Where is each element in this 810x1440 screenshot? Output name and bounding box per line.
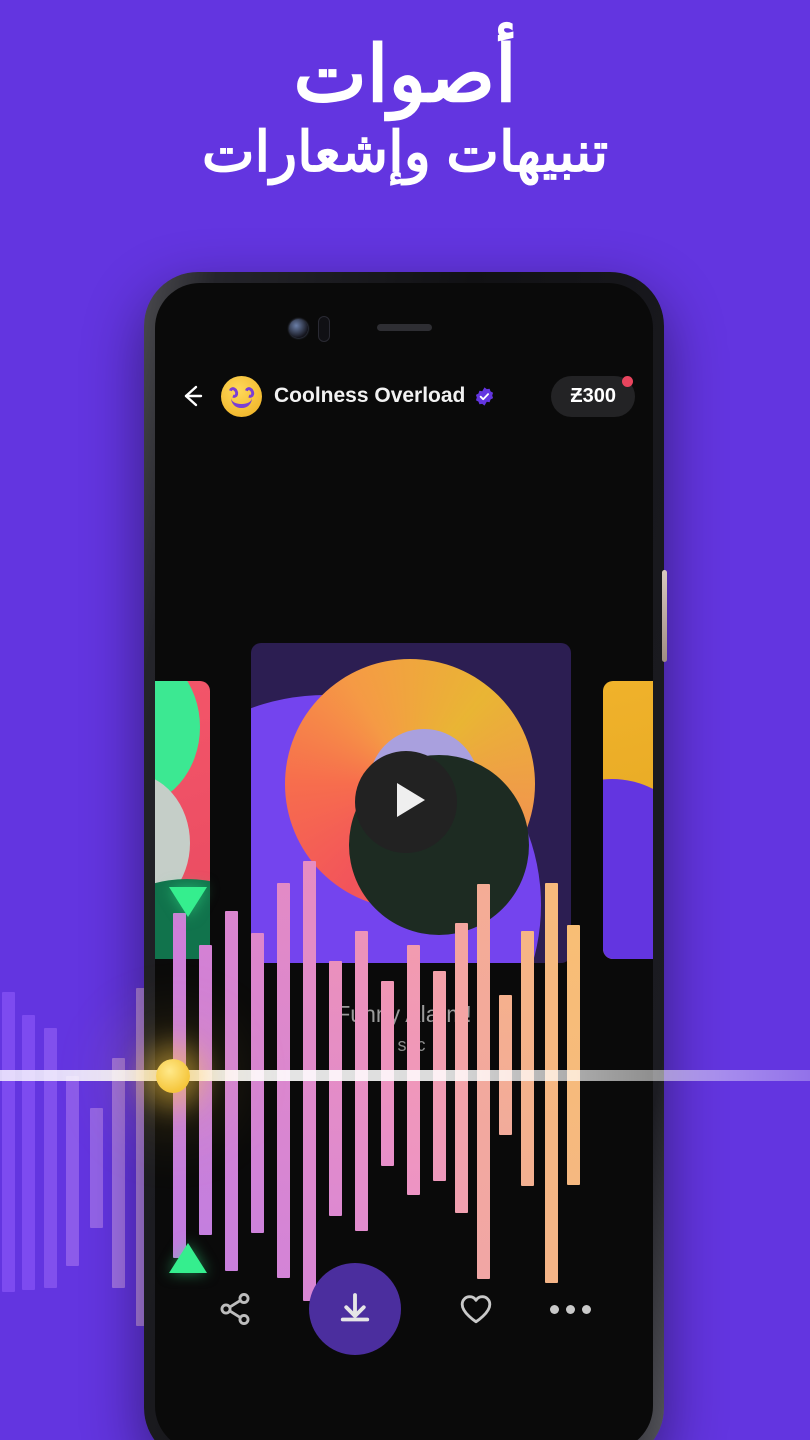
waveform-bar[interactable] — [545, 883, 558, 1283]
avatar-eye-right-icon — [243, 385, 256, 399]
download-icon — [341, 1293, 370, 1322]
coin-balance-label: Ƶ300 — [570, 384, 616, 407]
verified-badge-icon — [474, 386, 495, 407]
waveform-bar — [90, 1108, 103, 1228]
more-icon — [549, 1304, 559, 1314]
waveform-bar — [22, 1015, 35, 1290]
waveform-bar[interactable] — [567, 925, 580, 1185]
back-button[interactable] — [177, 381, 207, 411]
phone-mockup: Coolness Overload Ƶ300 Funny Alarm! 3 se… — [144, 272, 667, 1440]
notification-dot-icon — [622, 375, 633, 387]
waveform-bar[interactable] — [251, 933, 264, 1233]
phone-side-button[interactable] — [662, 570, 667, 662]
channel-name[interactable]: Coolness Overload — [274, 384, 465, 408]
front-camera-icon — [289, 319, 308, 338]
phone-screen: Coolness Overload Ƶ300 Funny Alarm! 3 se… — [155, 283, 653, 1440]
page-title: أصوات — [293, 30, 517, 118]
trim-start-handle[interactable] — [169, 887, 207, 917]
waveform-bar — [44, 1028, 57, 1288]
waveform-bar[interactable] — [225, 911, 238, 1271]
more-button[interactable] — [549, 1304, 591, 1314]
avatar-mouth-icon — [231, 398, 252, 408]
waveform-editor[interactable] — [155, 861, 653, 1303]
app-header: Coolness Overload Ƶ300 — [155, 365, 653, 427]
avatar[interactable] — [221, 375, 262, 417]
waveform-bar[interactable] — [303, 861, 316, 1301]
waveform-bar[interactable] — [521, 931, 534, 1186]
play-icon[interactable] — [397, 783, 425, 817]
share-icon — [220, 1293, 250, 1325]
favorite-button[interactable] — [458, 1291, 494, 1327]
waveform-bar — [66, 1076, 79, 1266]
waveform-bar[interactable] — [499, 995, 512, 1135]
waveform-bar — [112, 1058, 125, 1288]
earpiece-speaker-icon — [377, 324, 432, 331]
more-icon — [565, 1304, 575, 1314]
waveform-bar[interactable] — [455, 923, 468, 1213]
promo-text-block: أصوات تنبيهات وإشعارات — [0, 30, 810, 184]
playhead-handle[interactable] — [156, 1059, 190, 1093]
waveform-bar[interactable] — [329, 961, 342, 1216]
waveform-bar — [2, 992, 15, 1292]
waveform-bar[interactable] — [355, 931, 368, 1231]
avatar-eye-left-icon — [227, 385, 240, 399]
waveform-bar[interactable] — [199, 945, 212, 1235]
share-button[interactable] — [217, 1291, 253, 1327]
timeline-track[interactable] — [0, 1070, 810, 1081]
proximity-sensor-icon — [318, 316, 330, 342]
waveform-bar[interactable] — [477, 884, 490, 1279]
coin-balance-button[interactable]: Ƶ300 — [551, 375, 635, 417]
more-icon — [581, 1304, 591, 1314]
action-bar — [155, 1259, 653, 1359]
download-button[interactable] — [309, 1263, 402, 1355]
heart-icon — [460, 1295, 491, 1324]
page-subtitle: تنبيهات وإشعارات — [201, 120, 609, 184]
promo-screenshot: أصوات تنبيهات وإشعارات Coolness Overload… — [0, 0, 810, 1440]
